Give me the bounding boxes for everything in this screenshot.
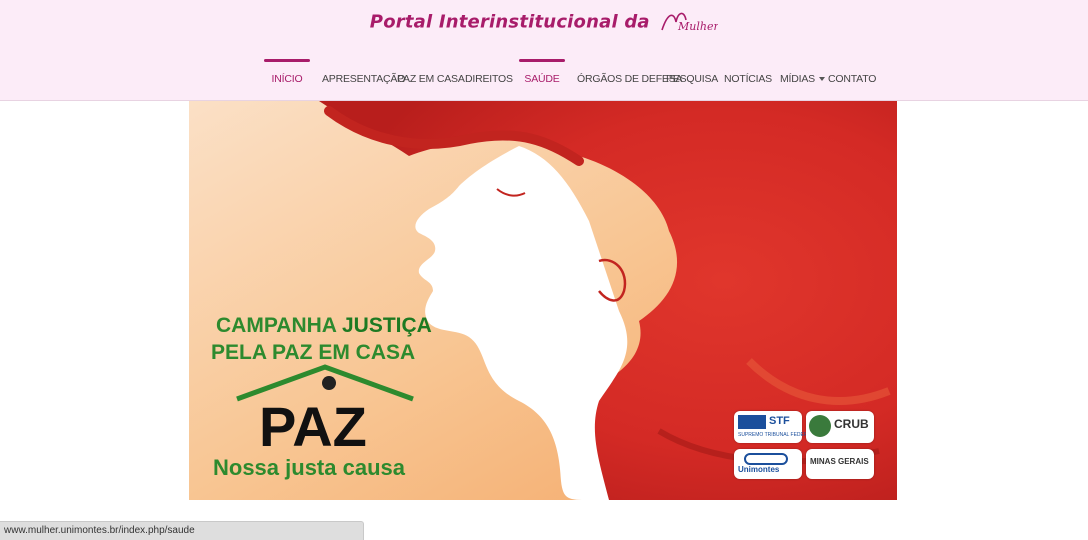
- nav-item-paz-em-casa[interactable]: PAZ EM CASA: [397, 59, 465, 101]
- nav-item-saude[interactable]: SAÚDE: [519, 59, 565, 101]
- nav-label: DIREITOS: [465, 73, 513, 85]
- campaign-line2: PELA PAZ EM CASA: [211, 341, 415, 364]
- nav-item-direitos[interactable]: DIREITOS: [465, 59, 513, 101]
- site-header: Portal Interinstitucional da Mulher INÍC…: [0, 0, 1088, 101]
- crub-emblem-icon: [809, 415, 831, 437]
- browser-status-bar: www.mulher.unimontes.br/index.php/saude: [0, 521, 364, 540]
- site-brand[interactable]: Portal Interinstitucional da Mulher: [0, 8, 1088, 38]
- nav-label: CONTATO: [828, 73, 877, 85]
- nav-item-inicio[interactable]: INÍCIO: [264, 59, 310, 101]
- main-nav: INÍCIO APRESENTAÇÃO PAZ EM CASA DIREITOS…: [264, 59, 876, 101]
- nav-label: MÍDIAS: [780, 73, 815, 85]
- logo-text: Mulher: [677, 20, 718, 33]
- nav-label: INÍCIO: [271, 73, 303, 85]
- nav-label: PESQUISA: [666, 73, 719, 85]
- page: Portal Interinstitucional da Mulher INÍC…: [0, 0, 1088, 540]
- minas-gerais-logo: MINAS GERAIS: [806, 449, 874, 479]
- mulher-logo-icon: Mulher: [661, 12, 718, 33]
- nav-item-noticias[interactable]: NOTÍCIAS: [724, 59, 772, 101]
- caret-down-icon: [818, 77, 825, 82]
- nav-label: PAZ EM CASA: [397, 73, 465, 85]
- stf-logo: STF SUPREMO TRIBUNAL FEDERAL: [734, 411, 814, 443]
- brand-title: Portal Interinstitucional da: [369, 11, 650, 33]
- nav-item-contato[interactable]: CONTATO: [828, 59, 876, 101]
- nav-item-orgaos-de-defesa[interactable]: ÓRGÃOS DE DEFESA: [577, 59, 683, 101]
- crub-logo: CRUB: [806, 411, 874, 443]
- campaign-slogan: Nossa justa causa: [213, 455, 406, 480]
- paz-logo-text: PAZ: [259, 395, 367, 458]
- nav-item-midias[interactable]: MÍDIAS: [780, 59, 825, 101]
- nav-label: NOTÍCIAS: [724, 73, 772, 85]
- nav-label: APRESENTAÇÃO: [322, 73, 406, 85]
- active-indicator: [519, 59, 565, 62]
- campaign-line1: CAMPANHA JUSTIÇA: [216, 314, 432, 337]
- nav-item-apresentacao[interactable]: APRESENTAÇÃO: [322, 59, 405, 101]
- campaign-banner[interactable]: CAMPANHA JUSTIÇA PELA PAZ EM CASA PAZ No…: [189, 101, 897, 500]
- unimontes-logo: Unimontes: [734, 449, 802, 479]
- nav-item-pesquisa[interactable]: PESQUISA: [666, 59, 718, 101]
- family-icon: [322, 376, 336, 390]
- stf-flag-icon: [738, 415, 766, 429]
- active-indicator: [264, 59, 310, 62]
- unimontes-emblem-icon: [744, 453, 788, 465]
- nav-label: SAÚDE: [524, 73, 560, 85]
